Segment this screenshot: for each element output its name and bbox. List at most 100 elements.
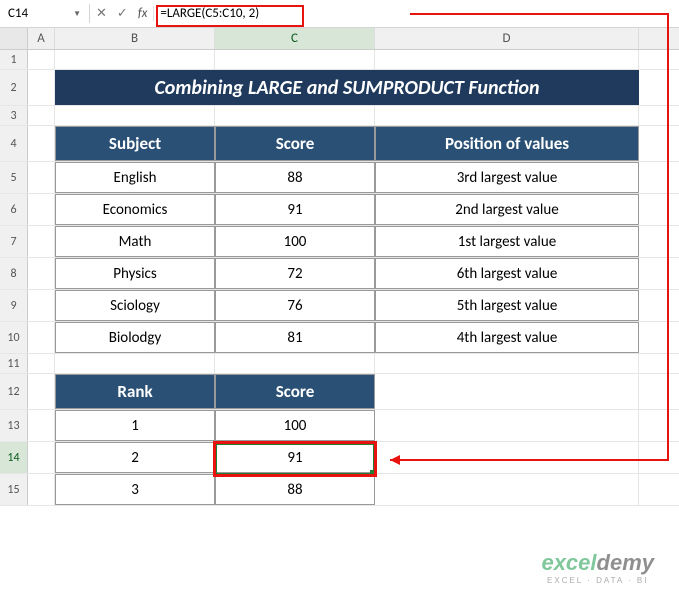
name-box[interactable]: C14 ▼ (0, 4, 90, 23)
cell-position[interactable]: 2nd largest value (375, 194, 639, 225)
cell-score[interactable]: 91 (215, 194, 375, 225)
cell-score[interactable]: 76 (215, 290, 375, 321)
row-header[interactable]: 11 (0, 354, 28, 373)
formula-text: =LARGE(C5:C10, 2) (160, 6, 259, 21)
cell-subject[interactable]: Economics (55, 194, 215, 225)
cell[interactable] (375, 354, 639, 373)
row-header[interactable]: 13 (0, 410, 28, 441)
cancel-icon[interactable]: ✕ (96, 6, 107, 21)
watermark-part2: demy (597, 550, 654, 575)
cell-rank[interactable]: 3 (55, 474, 215, 505)
row-header[interactable]: 10 (0, 322, 28, 353)
cell[interactable] (375, 106, 639, 125)
cell[interactable] (375, 50, 639, 69)
cell[interactable] (375, 410, 639, 441)
row-header[interactable]: 2 (0, 70, 28, 105)
row-header[interactable]: 9 (0, 290, 28, 321)
enter-icon[interactable]: ✓ (117, 6, 128, 21)
cell-score-selected[interactable]: 91 (215, 442, 375, 473)
cell-subject[interactable]: Math (55, 226, 215, 257)
cell[interactable] (28, 354, 55, 373)
table-row: 10 Biolodgy 81 4th largest value (0, 322, 679, 354)
select-all-corner[interactable] (0, 28, 28, 49)
cell[interactable] (28, 322, 55, 353)
col-header-d[interactable]: D (375, 28, 639, 49)
cell-subject[interactable]: English (55, 162, 215, 193)
cell[interactable] (28, 442, 55, 473)
table-header-score2[interactable]: Score (215, 374, 375, 409)
cell-subject[interactable]: Physics (55, 258, 215, 289)
name-box-value: C14 (8, 6, 28, 21)
grid-row: 2 Combining LARGE and SUMPRODUCT Functio… (0, 70, 679, 106)
table-row: 14 2 91 (0, 442, 679, 474)
row-header[interactable]: 1 (0, 50, 28, 69)
table-row: 6 Economics 91 2nd largest value (0, 194, 679, 226)
row-header[interactable]: 4 (0, 126, 28, 161)
table-header-rank[interactable]: Rank (55, 374, 215, 409)
cell[interactable] (28, 474, 55, 505)
table-header-score[interactable]: Score (215, 126, 375, 161)
row-header[interactable]: 5 (0, 162, 28, 193)
cell-rank[interactable]: 1 (55, 410, 215, 441)
row-header[interactable]: 6 (0, 194, 28, 225)
cell-rank[interactable]: 2 (55, 442, 215, 473)
watermark-part1: excel (541, 550, 596, 575)
col-header-c[interactable]: C (215, 28, 375, 49)
cell[interactable] (215, 50, 375, 69)
row-header[interactable]: 15 (0, 474, 28, 505)
table-row: 13 1 100 (0, 410, 679, 442)
cell[interactable] (28, 290, 55, 321)
cell-score[interactable]: 100 (215, 226, 375, 257)
cell-score[interactable]: 88 (215, 162, 375, 193)
table-row: 7 Math 100 1st largest value (0, 226, 679, 258)
cell-position[interactable]: 5th largest value (375, 290, 639, 321)
cell-score[interactable]: 72 (215, 258, 375, 289)
cell-position[interactable]: 4th largest value (375, 322, 639, 353)
grid-row: 11 (0, 354, 679, 374)
formula-input[interactable]: =LARGE(C5:C10, 2) (154, 4, 679, 23)
col-header-b[interactable]: B (55, 28, 215, 49)
cell[interactable] (28, 126, 55, 161)
cell[interactable] (215, 354, 375, 373)
row-header[interactable]: 3 (0, 106, 28, 125)
fx-icon[interactable]: fx (138, 6, 148, 21)
cell[interactable] (28, 226, 55, 257)
cell[interactable] (55, 354, 215, 373)
cell-score[interactable]: 100 (215, 410, 375, 441)
cell-position[interactable]: 1st largest value (375, 226, 639, 257)
cell[interactable] (28, 106, 55, 125)
cell-score[interactable]: 81 (215, 322, 375, 353)
cell[interactable] (28, 50, 55, 69)
grid-row: 12 Rank Score (0, 374, 679, 410)
cell[interactable] (28, 70, 55, 105)
cell-score[interactable]: 88 (215, 474, 375, 505)
cell[interactable] (28, 162, 55, 193)
cell-position[interactable]: 6th largest value (375, 258, 639, 289)
table-row: 15 3 88 (0, 474, 679, 506)
chevron-down-icon[interactable]: ▼ (73, 9, 81, 19)
cell[interactable] (28, 410, 55, 441)
title-banner[interactable]: Combining LARGE and SUMPRODUCT Function (55, 70, 639, 105)
cell[interactable] (28, 258, 55, 289)
grid-row: 1 (0, 50, 679, 70)
cell-subject[interactable]: Sciology (55, 290, 215, 321)
cell[interactable] (55, 50, 215, 69)
row-header[interactable]: 7 (0, 226, 28, 257)
table-header-subject[interactable]: Subject (55, 126, 215, 161)
cell[interactable] (55, 106, 215, 125)
cell[interactable] (28, 374, 55, 409)
cell[interactable] (28, 194, 55, 225)
cell-position[interactable]: 3rd largest value (375, 162, 639, 193)
row-header[interactable]: 12 (0, 374, 28, 409)
cell[interactable] (375, 442, 639, 473)
row-header[interactable]: 8 (0, 258, 28, 289)
row-header[interactable]: 14 (0, 442, 28, 473)
cell[interactable] (375, 374, 639, 409)
column-headers: A B C D (0, 28, 679, 50)
col-header-a[interactable]: A (28, 28, 55, 49)
cell[interactable] (215, 106, 375, 125)
table-header-position[interactable]: Position of values (375, 126, 639, 161)
table-row: 8 Physics 72 6th largest value (0, 258, 679, 290)
cell-subject[interactable]: Biolodgy (55, 322, 215, 353)
cell[interactable] (375, 474, 639, 505)
